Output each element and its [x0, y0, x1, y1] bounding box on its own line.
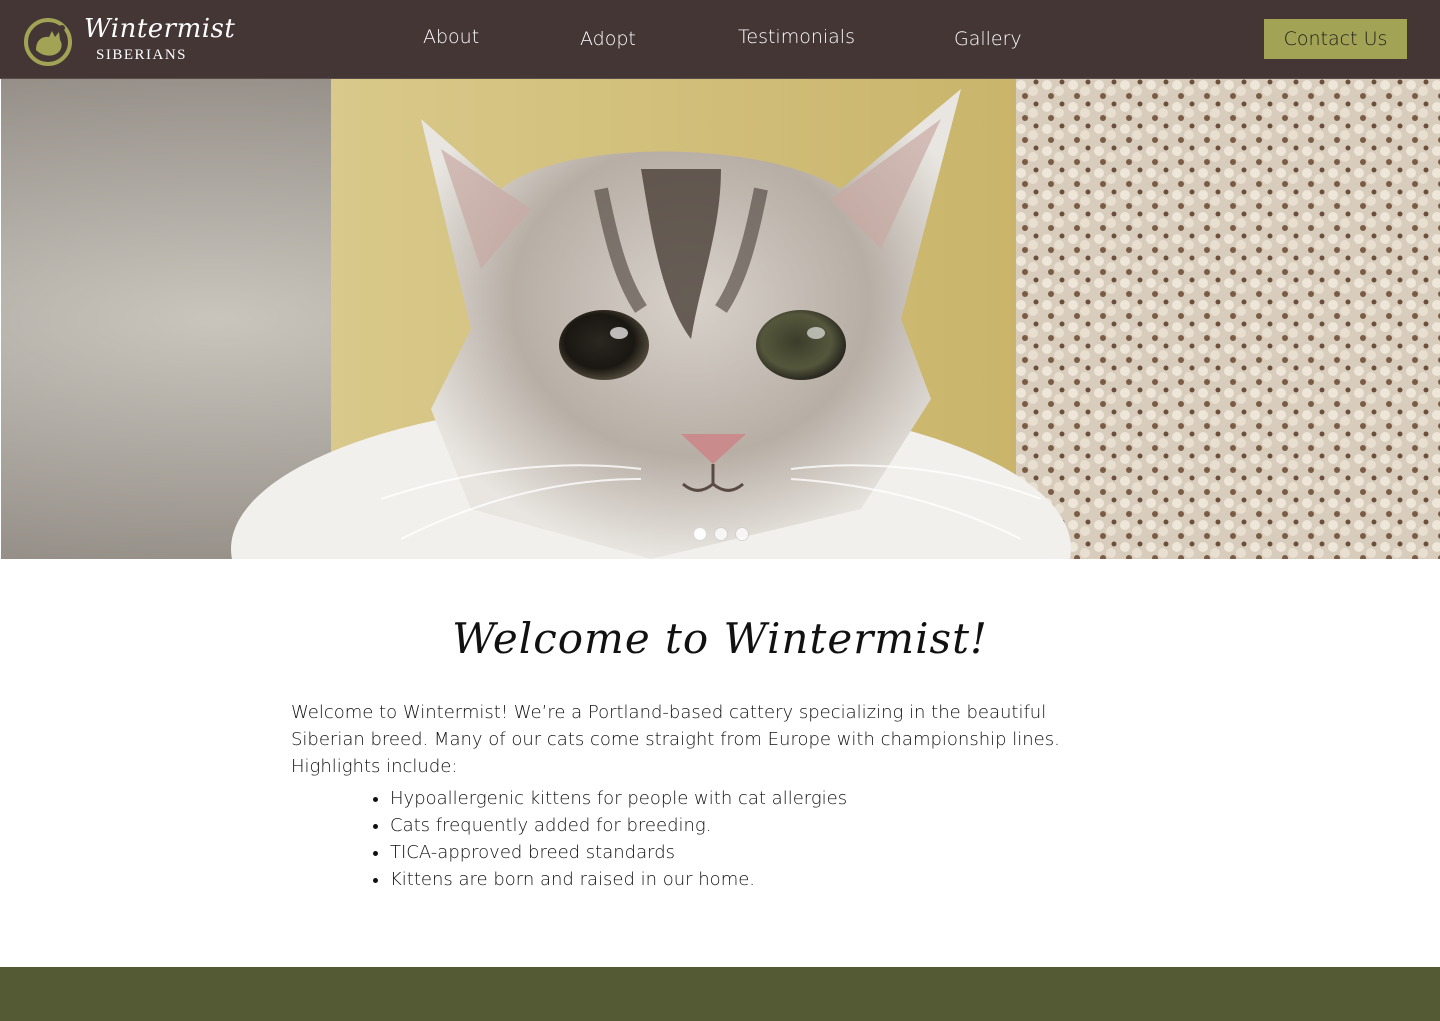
nav-gallery[interactable]: Gallery	[954, 28, 1022, 50]
welcome-intro: Welcome to Wintermist! We’re a Portland-…	[291, 702, 1060, 777]
brand-subtitle: SIBERIANS	[96, 47, 188, 63]
highlight-item: Kittens are born and raised in our home.	[390, 866, 847, 893]
highlight-item: Cats frequently added for breeding.	[390, 812, 847, 839]
highlights-list: Hypoallergenic kittens for people with c…	[348, 785, 847, 893]
site-header: Wintermist SIBERIANS About Adopt Testimo…	[0, 0, 1440, 79]
hero-slideshow[interactable]	[1, 79, 1440, 559]
footer-band	[0, 967, 1440, 1021]
contact-us-button[interactable]: Contact Us	[1264, 19, 1407, 59]
slide-dot-1[interactable]	[693, 527, 707, 541]
highlight-item: TICA-approved breed standards	[390, 839, 847, 866]
nav-adopt[interactable]: Adopt	[580, 28, 636, 50]
cat-logo-icon	[24, 18, 72, 66]
brand-logo[interactable]: Wintermist SIBERIANS	[22, 14, 235, 70]
nav-testimonials[interactable]: Testimonials	[738, 26, 855, 48]
welcome-title: Welcome to Wintermist!	[452, 614, 988, 663]
nav-about[interactable]: About	[423, 26, 479, 48]
brand-name: Wintermist	[84, 14, 236, 44]
kitten-photo	[1, 79, 1440, 559]
slide-dot-2[interactable]	[714, 527, 728, 541]
highlight-item: Hypoallergenic kittens for people with c…	[390, 785, 847, 812]
slide-dot-3[interactable]	[735, 527, 749, 541]
